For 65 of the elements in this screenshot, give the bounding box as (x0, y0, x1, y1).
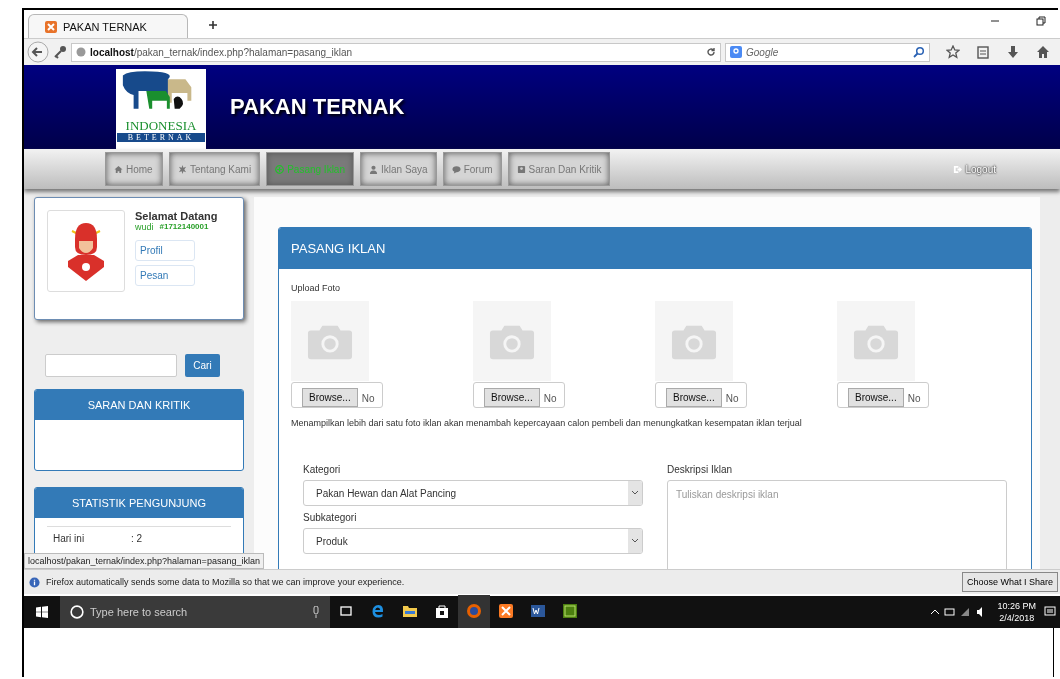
select-field[interactable]: Pakan Hewan dan Alat Pancing (303, 480, 643, 506)
status-url: localhost/pakan_ternak/index.php?halaman=pasang_iklan (24, 553, 264, 569)
user-id: #1712140001 (159, 222, 209, 232)
greeting-text: Selamat Datang (135, 210, 218, 222)
clipboard-icon[interactable] (976, 45, 990, 59)
field-label: Kategori (303, 464, 342, 475)
profile-link[interactable]: Pesan (135, 265, 195, 286)
download-icon[interactable] (1006, 45, 1020, 59)
search-button[interactable]: Cari (185, 354, 220, 377)
search-circle-icon (70, 605, 84, 619)
field-label: Subkategori (303, 512, 358, 523)
search-icon[interactable] (913, 46, 925, 58)
logo-text: INDONESIA (125, 119, 197, 133)
select-field[interactable]: Produk (303, 528, 643, 554)
caret-icon (628, 481, 642, 505)
upload-label: Upload Foto (291, 283, 342, 293)
speech-bubble-icon (451, 164, 461, 174)
home-icon[interactable] (1036, 45, 1050, 59)
back-icon[interactable] (27, 41, 49, 63)
choose-share-button[interactable]: Choose What I Share (961, 572, 1058, 592)
file-input[interactable]: Browse... No (473, 382, 565, 408)
logo-subtext: BETERNAK (117, 133, 205, 142)
logout-link[interactable]: Logout (953, 152, 996, 186)
profile-link[interactable]: Profil (135, 240, 195, 261)
windows-logo-icon[interactable] (36, 606, 48, 618)
taskbar-search-field[interactable]: Type here to search (60, 596, 330, 628)
contact-card-icon (516, 164, 526, 174)
home-icon (114, 164, 123, 174)
upload-note: Menampilkan lebih dari satu foto iklan akan menambah kepercayaan calon pembeli dan menungkatkan kesempatan iklan terjual (291, 418, 803, 428)
reload-icon[interactable] (706, 47, 716, 57)
key-icon[interactable] (53, 45, 67, 59)
search-engine-icon[interactable] (730, 46, 742, 58)
site-title: PAKAN TERNAK (230, 94, 405, 120)
description-field[interactable]: Tuliskan deskripsi iklan (667, 480, 1007, 569)
username: wudi (135, 222, 154, 232)
clock-time[interactable]: 10:26 PM (997, 600, 1036, 612)
file-input[interactable]: Browse... No (291, 382, 383, 408)
clock-date[interactable]: 2/4/2018 (997, 612, 1036, 624)
widget-title: SARAN DAN KRITIK (35, 390, 243, 420)
file-input[interactable]: Browse... No (655, 382, 747, 408)
microphone-icon[interactable] (312, 606, 320, 618)
plus-circle-icon (275, 164, 285, 174)
browser-tab[interactable]: PAKAN TERNAK (28, 14, 188, 38)
star-icon[interactable] (946, 45, 960, 59)
address-bar[interactable]: localhost/pakan_ternak/index.php?halaman=pasang_iklan (71, 42, 721, 62)
search-field[interactable]: Google (725, 42, 930, 62)
caret-icon (628, 529, 642, 553)
widget-title: STATISTIK PENGUNJUNG (35, 488, 243, 518)
logout-icon (953, 164, 963, 174)
app-logo-icon (45, 20, 57, 33)
person-icon (369, 164, 378, 174)
stat-value: : 2 (131, 533, 143, 544)
field-label: Deskripsi Iklan (667, 464, 734, 475)
search-field[interactable] (45, 354, 177, 377)
superhero-avatar-icon (66, 220, 106, 282)
panel-title: PASANG IKLAN (279, 228, 1031, 269)
info-icon (29, 576, 40, 588)
file-input[interactable]: Browse... No (837, 382, 929, 408)
stat-label: Hari ini (52, 533, 86, 544)
asterisk-icon (178, 164, 187, 174)
restore-icon[interactable] (1036, 16, 1046, 26)
notification-text: Firefox automatically sends some data to Mozilla so that we can improve your experience. (46, 577, 406, 587)
notifications-icon[interactable] (1044, 606, 1056, 618)
plus-icon[interactable] (208, 20, 218, 30)
url-text: localhost/pakan_ternak/index.php?halaman=pasang_iklan (90, 46, 354, 58)
